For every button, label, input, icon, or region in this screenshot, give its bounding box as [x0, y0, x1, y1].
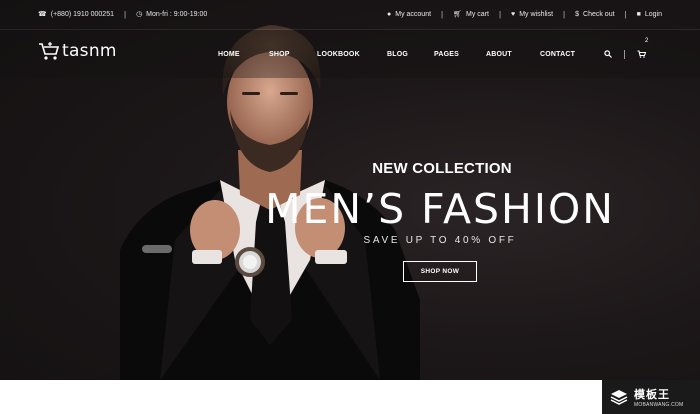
login-link[interactable]: ■ Login: [637, 11, 662, 18]
menu-item-pages[interactable]: PAGES: [434, 51, 459, 58]
my-account-label: My account: [395, 11, 432, 18]
watermark-logo: 模板王 MOBANWANG.COM: [602, 380, 700, 414]
hours-text: Mon-fri : 9:00-19:00: [146, 11, 208, 18]
shop-now-button[interactable]: SHOP NOW: [402, 261, 478, 282]
cart-count-badge: 2: [645, 38, 649, 44]
my-cart-link[interactable]: 🛒︎ My cart: [453, 11, 489, 18]
my-account-link[interactable]: ● My account: [387, 11, 431, 18]
phone-contact: ☎ (+880) 1910 000251: [38, 11, 114, 18]
my-wishlist-label: My wishlist: [519, 11, 554, 18]
my-cart-label: My cart: [466, 11, 489, 18]
menu-item-about[interactable]: ABOUT: [486, 51, 512, 58]
user-icon: ●: [387, 11, 392, 18]
dollar-icon: $: [575, 11, 580, 18]
lock-icon: ■: [636, 11, 641, 18]
divider: [624, 49, 625, 59]
logo-cart-icon: [39, 42, 60, 60]
check-out-label: Check out: [583, 11, 615, 18]
phone-icon: ☎: [38, 11, 47, 18]
watermark-title: 模板王: [634, 389, 670, 401]
divider: |: [498, 10, 502, 19]
watermark-icon: [610, 390, 628, 405]
login-label: Login: [644, 11, 662, 18]
top-bar: ☎ (+880) 1910 000251 | ◷ Mon-fri : 9:00-…: [0, 0, 700, 30]
my-wishlist-link[interactable]: ♥ My wishlist: [511, 11, 553, 18]
page: NEW COLLECTION MEN’S FASHION SAVE UP TO …: [0, 0, 700, 414]
hero-text-block: NEW COLLECTION MEN’S FASHION SAVE UP TO …: [240, 160, 640, 282]
menu-item-home[interactable]: HOME: [218, 51, 240, 58]
divider: |: [563, 10, 566, 19]
divider: |: [441, 10, 444, 19]
nav-cart[interactable]: 2: [637, 38, 648, 63]
watermark-text: 模板王 MOBANWANG.COM: [634, 386, 683, 408]
clock-icon: ◷: [136, 11, 143, 18]
menu-item-shop[interactable]: SHOP: [269, 51, 290, 58]
hero-headline: MEN’S FASHION: [265, 185, 615, 233]
phone-number: (+880) 1910 000251: [50, 11, 114, 18]
nav-tools: 2: [604, 30, 648, 78]
cart-icon: 🛒︎: [453, 11, 462, 18]
hero-kicker: NEW COLLECTION: [372, 160, 512, 177]
menu-item-blog[interactable]: BLOG: [387, 51, 408, 58]
business-hours: ◷ Mon-fri : 9:00-19:00: [136, 11, 207, 18]
top-bar-links: ● My account | 🛒︎ My cart | ♥ My wishlis…: [387, 10, 662, 19]
cart-icon: [637, 50, 647, 58]
logo-text: tasnm: [62, 41, 117, 61]
check-out-link[interactable]: $ Check out: [575, 11, 614, 18]
main-nav: tasnm HOME SHOP LOOKBOOK BLOG PAGES ABOU…: [0, 30, 700, 78]
menu-item-contact[interactable]: CONTACT: [540, 51, 575, 58]
divider: |: [624, 10, 627, 19]
watermark-url: MOBANWANG.COM: [634, 402, 684, 408]
top-bar-contact: ☎ (+880) 1910 000251 | ◷ Mon-fri : 9:00-…: [38, 10, 207, 19]
logo[interactable]: tasnm: [38, 41, 117, 61]
hero-subline: SAVE UP TO 40% OFF: [363, 235, 517, 246]
search-icon[interactable]: [604, 50, 612, 58]
menu-item-lookbook[interactable]: LOOKBOOK: [317, 51, 360, 58]
heart-icon: ♥: [511, 11, 516, 18]
divider: |: [123, 10, 127, 19]
